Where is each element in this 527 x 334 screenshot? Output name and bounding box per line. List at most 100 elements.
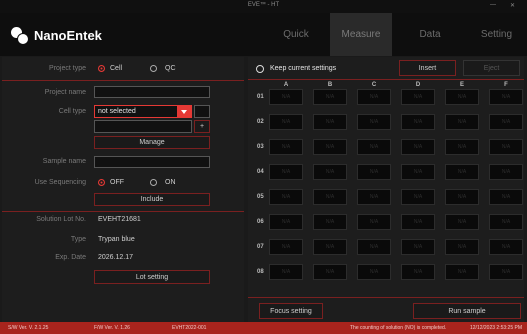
cell-type-extra	[194, 105, 210, 118]
project-name-label: Project name	[44, 89, 86, 96]
well-C08[interactable]: N/A	[357, 264, 391, 280]
well-B07[interactable]: N/A	[313, 239, 347, 255]
well-B06[interactable]: N/A	[313, 214, 347, 230]
radio-cell[interactable]	[98, 65, 105, 72]
row-header: 04	[257, 169, 264, 175]
well-D01[interactable]: N/A	[401, 89, 435, 105]
row-header: 01	[257, 94, 264, 100]
well-D02[interactable]: N/A	[401, 114, 435, 130]
logo-icon	[10, 25, 30, 45]
well-D05[interactable]: N/A	[401, 189, 435, 205]
well-F07[interactable]: N/A	[489, 239, 523, 255]
window-title: EVE™ - HT	[247, 2, 280, 8]
eject-button[interactable]: Eject	[463, 60, 520, 76]
manage-button[interactable]: Manage	[94, 136, 210, 149]
radio-qc-label: QC	[165, 65, 176, 72]
well-F03[interactable]: N/A	[489, 139, 523, 155]
cell-type-input[interactable]	[94, 120, 192, 133]
brand-name: NanoEntek	[34, 27, 102, 43]
project-type-label: Project type	[49, 65, 86, 72]
exp-date-label: Exp. Date	[55, 254, 86, 261]
well-C03[interactable]: N/A	[357, 139, 391, 155]
well-C01[interactable]: N/A	[357, 89, 391, 105]
tab-quick[interactable]: Quick	[262, 13, 330, 56]
close-icon[interactable]: ✕	[510, 2, 515, 9]
well-E08[interactable]: N/A	[445, 264, 479, 280]
dropdown-button[interactable]	[177, 106, 191, 117]
fw-version: F/W Ver. V. 1.26	[94, 325, 130, 331]
well-B01[interactable]: N/A	[313, 89, 347, 105]
well-C07[interactable]: N/A	[357, 239, 391, 255]
well-C05[interactable]: N/A	[357, 189, 391, 205]
keep-settings-radio[interactable]	[256, 65, 264, 73]
type-value: Trypan blue	[98, 236, 135, 243]
sample-settings-panel: Project type Cell QC Project name Cell t…	[2, 57, 244, 322]
row-header: 07	[257, 244, 264, 250]
well-C06[interactable]: N/A	[357, 214, 391, 230]
well-B03[interactable]: N/A	[313, 139, 347, 155]
radio-sequencing-off[interactable]	[98, 179, 105, 186]
well-E04[interactable]: N/A	[445, 164, 479, 180]
column-header: B	[327, 82, 333, 88]
sw-version: S/W Ver. V. 2.1.25	[8, 325, 49, 331]
run-sample-button[interactable]: Run sample	[413, 303, 521, 319]
well-C04[interactable]: N/A	[357, 164, 391, 180]
tab-setting[interactable]: Setting	[466, 13, 527, 56]
brand-logo: NanoEntek	[10, 25, 102, 45]
focus-setting-button[interactable]: Focus setting	[259, 303, 323, 319]
well-A01[interactable]: N/A	[269, 89, 303, 105]
column-header: F	[504, 82, 508, 88]
well-A08[interactable]: N/A	[269, 264, 303, 280]
well-A05[interactable]: N/A	[269, 189, 303, 205]
well-B02[interactable]: N/A	[313, 114, 347, 130]
radio-qc[interactable]	[150, 65, 157, 72]
well-B05[interactable]: N/A	[313, 189, 347, 205]
well-D03[interactable]: N/A	[401, 139, 435, 155]
status-message: The counting of solution (NO) is complet…	[350, 325, 447, 331]
include-button[interactable]: Include	[94, 193, 210, 206]
well-D04[interactable]: N/A	[401, 164, 435, 180]
well-F08[interactable]: N/A	[489, 264, 523, 280]
column-header: A	[283, 82, 289, 88]
well-E05[interactable]: N/A	[445, 189, 479, 205]
insert-button[interactable]: Insert	[399, 60, 456, 76]
row-header: 02	[257, 119, 264, 125]
chevron-down-icon	[181, 110, 187, 114]
well-D08[interactable]: N/A	[401, 264, 435, 280]
divider	[248, 79, 524, 80]
device-id: EVHT2022-001	[172, 325, 207, 331]
well-E07[interactable]: N/A	[445, 239, 479, 255]
well-B04[interactable]: N/A	[313, 164, 347, 180]
well-D07[interactable]: N/A	[401, 239, 435, 255]
well-F06[interactable]: N/A	[489, 214, 523, 230]
sample-name-input[interactable]	[94, 156, 210, 168]
row-header: 03	[257, 144, 264, 150]
tab-data[interactable]: Data	[396, 13, 464, 56]
radio-sequencing-on[interactable]	[150, 179, 157, 186]
tab-measure[interactable]: Measure	[330, 13, 392, 56]
minimize-icon[interactable]: —	[490, 2, 496, 8]
type-label: Type	[70, 236, 86, 243]
well-A06[interactable]: N/A	[269, 214, 303, 230]
well-A07[interactable]: N/A	[269, 239, 303, 255]
project-name-input[interactable]	[94, 86, 210, 98]
well-A02[interactable]: N/A	[269, 114, 303, 130]
well-E02[interactable]: N/A	[445, 114, 479, 130]
well-A03[interactable]: N/A	[269, 139, 303, 155]
well-F02[interactable]: N/A	[489, 114, 523, 130]
well-E06[interactable]: N/A	[445, 214, 479, 230]
well-F01[interactable]: N/A	[489, 89, 523, 105]
well-F04[interactable]: N/A	[489, 164, 523, 180]
well-E03[interactable]: N/A	[445, 139, 479, 155]
use-sequencing-label: Use Sequencing	[34, 179, 86, 186]
well-A04[interactable]: N/A	[269, 164, 303, 180]
plate-panel: Keep current settings Insert Eject A B C D E…	[248, 57, 524, 322]
well-F05[interactable]: N/A	[489, 189, 523, 205]
sample-name-label: Sample name	[42, 158, 86, 165]
well-D06[interactable]: N/A	[401, 214, 435, 230]
lot-setting-button[interactable]: Lot setting	[94, 270, 210, 284]
add-cell-type-button[interactable]: +	[194, 120, 210, 133]
well-E01[interactable]: N/A	[445, 89, 479, 105]
well-B08[interactable]: N/A	[313, 264, 347, 280]
well-C02[interactable]: N/A	[357, 114, 391, 130]
